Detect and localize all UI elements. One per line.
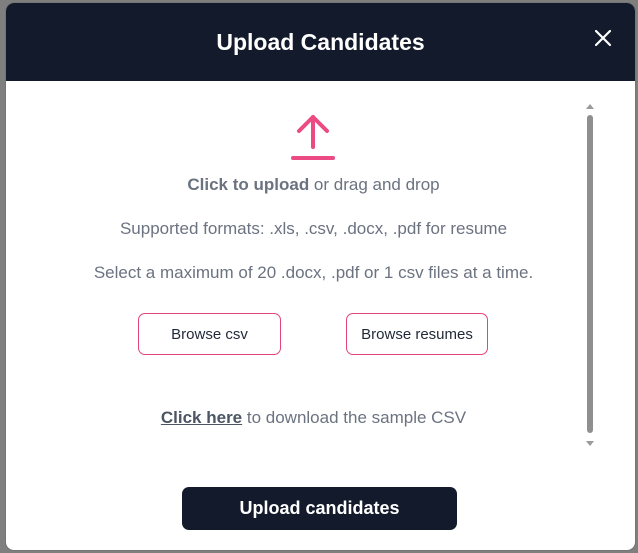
upload-candidates-button[interactable]: Upload candidates (182, 487, 457, 530)
download-sample-csv-link[interactable]: Click here (161, 408, 242, 427)
drag-drop-text: or drag and drop (309, 175, 440, 194)
sample-csv-line: Click here to download the sample CSV (6, 408, 621, 428)
close-icon (594, 29, 612, 47)
upload-arrow-icon (291, 115, 335, 160)
upload-candidates-modal: Upload Candidates Click to upload or dra… (6, 3, 635, 550)
browse-csv-button[interactable]: Browse csv (138, 313, 281, 355)
sample-csv-text: to download the sample CSV (242, 408, 467, 427)
browse-resumes-button[interactable]: Browse resumes (346, 313, 488, 355)
scrollbar-thumb[interactable] (587, 115, 593, 433)
vertical-scrollbar[interactable] (585, 101, 595, 449)
modal-title: Upload Candidates (216, 29, 425, 55)
scroll-down-arrow-icon[interactable] (586, 441, 594, 446)
supported-formats-text: Supported formats: .xls, .csv, .docx, .p… (119, 219, 508, 238)
max-files-text: Select a maximum of 20 .docx, .pdf or 1 … (93, 263, 534, 282)
upload-instruction: Click to upload or drag and drop (6, 175, 621, 195)
modal-header: Upload Candidates (6, 3, 635, 81)
close-button[interactable] (591, 26, 615, 50)
click-to-upload-link[interactable]: Click to upload (187, 175, 309, 194)
scroll-up-arrow-icon[interactable] (586, 104, 594, 109)
upload-dropzone[interactable]: Click to upload or drag and drop Support… (6, 81, 635, 461)
